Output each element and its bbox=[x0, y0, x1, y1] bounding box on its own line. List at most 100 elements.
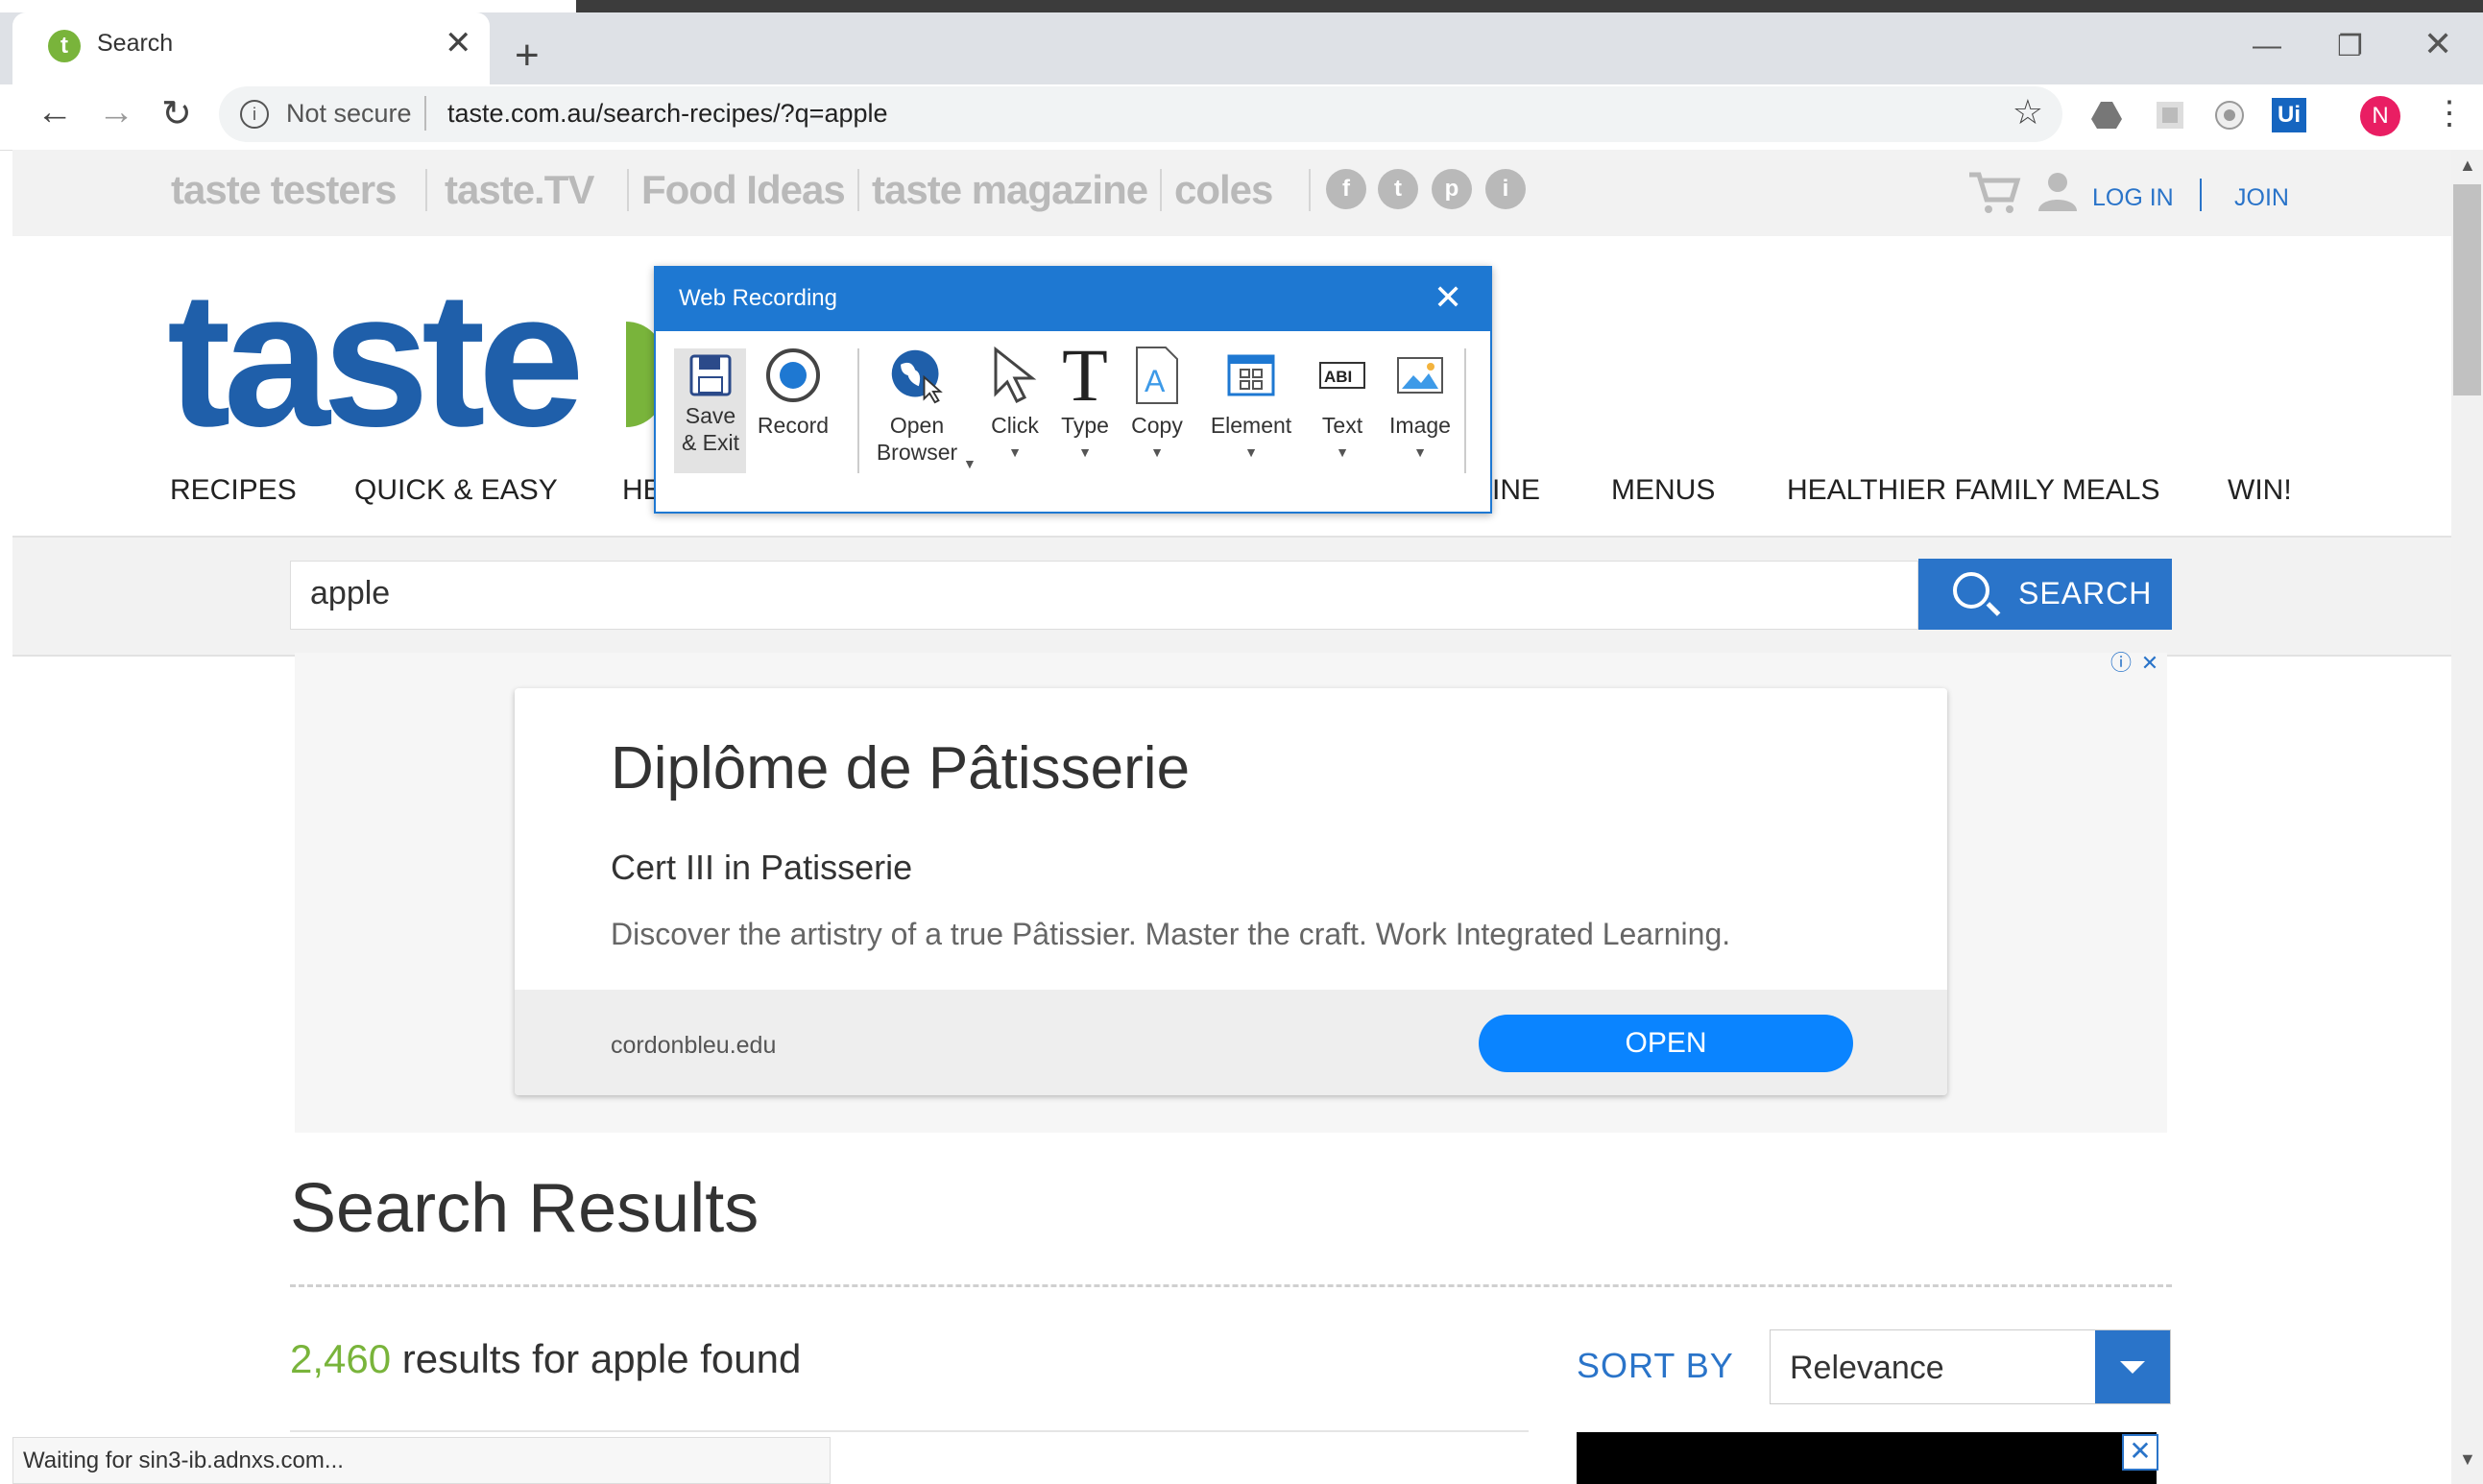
back-arrow-icon[interactable]: ← bbox=[36, 92, 73, 133]
dashed-divider bbox=[290, 1284, 2172, 1287]
search-icon bbox=[1953, 572, 1989, 609]
open-browser-dropdown-icon[interactable]: ▼ bbox=[963, 456, 976, 471]
brand-divider bbox=[857, 169, 859, 211]
instagram-icon[interactable]: i bbox=[1485, 169, 1526, 209]
drive-icon[interactable] bbox=[2089, 98, 2124, 132]
brand-link-taste-magazine[interactable]: taste magazine bbox=[872, 167, 1148, 213]
url-text[interactable]: taste.com.au/search-recipes/?q=apple bbox=[447, 99, 888, 129]
brand-divider bbox=[425, 169, 427, 211]
close-tab-icon[interactable]: ✕ bbox=[445, 24, 472, 62]
nav-magazine-partial[interactable]: INE bbox=[1492, 474, 1540, 507]
address-bar-row: ← → ↻ i Not secure taste.com.au/search-r… bbox=[0, 84, 2483, 151]
uipath-icon[interactable]: Ui bbox=[2272, 98, 2306, 132]
search-button-label: SEARCH bbox=[2018, 576, 2153, 610]
dialog-title-bar[interactable]: Web Recording ✕ bbox=[656, 268, 1490, 331]
brand-divider bbox=[627, 169, 629, 211]
ad-headline[interactable]: Diplôme de Pâtisserie bbox=[611, 734, 1190, 802]
pinterest-icon[interactable]: p bbox=[1432, 169, 1472, 209]
brand-link-taste-tv[interactable]: taste.TV bbox=[445, 167, 594, 213]
chevron-down-icon[interactable] bbox=[2095, 1330, 2170, 1403]
close-ad-icon[interactable]: ✕ bbox=[2137, 651, 2162, 676]
menu-kebab-icon[interactable]: ⋮ bbox=[2433, 94, 2466, 132]
click-button[interactable]: Click ▼ bbox=[978, 346, 1051, 466]
taste-logo[interactable]: taste bbox=[167, 264, 585, 456]
type-label: Type bbox=[1061, 413, 1109, 438]
sort-select[interactable]: Relevance bbox=[1770, 1329, 2171, 1404]
nav-menus[interactable]: MENUS bbox=[1611, 474, 1715, 507]
page-title: Search Results bbox=[290, 1170, 759, 1247]
copy-icon: A bbox=[1128, 347, 1186, 404]
nav-healthier-family-meals[interactable]: HEALTHIER FAMILY MEALS bbox=[1787, 474, 2159, 507]
text-icon: ABI bbox=[1314, 347, 1371, 404]
new-tab-button[interactable]: + bbox=[515, 32, 540, 80]
omnibox[interactable]: i Not secure taste.com.au/search-recipes… bbox=[219, 86, 2062, 142]
nav-recipes[interactable]: RECIPES bbox=[170, 474, 297, 507]
floppy-disk-icon bbox=[682, 347, 739, 404]
close-ad-icon[interactable]: ✕ bbox=[2122, 1434, 2158, 1471]
search-button[interactable]: SEARCH bbox=[1918, 559, 2172, 630]
image-button[interactable]: Image ▼ bbox=[1382, 347, 1458, 466]
cursor-icon bbox=[986, 346, 1044, 404]
bottom-ad-banner[interactable] bbox=[1577, 1432, 2157, 1484]
info-icon[interactable]: i bbox=[240, 100, 269, 129]
brand-divider bbox=[1160, 169, 1162, 211]
image-dropdown-icon[interactable]: ▼ bbox=[1382, 439, 1458, 466]
record-label: Record bbox=[757, 413, 830, 438]
element-dropdown-icon[interactable]: ▼ bbox=[1203, 439, 1299, 466]
svg-text:A: A bbox=[1145, 364, 1166, 398]
bookmark-star-icon[interactable]: ☆ bbox=[2013, 92, 2043, 132]
click-dropdown-icon[interactable]: ▼ bbox=[978, 439, 1051, 466]
svg-text:ABI: ABI bbox=[1324, 368, 1352, 386]
facebook-icon[interactable]: f bbox=[1326, 169, 1366, 209]
camera-icon[interactable] bbox=[2212, 98, 2247, 132]
cart-icon[interactable] bbox=[1967, 171, 2021, 215]
brand-link-food-ideas[interactable]: Food Ideas bbox=[641, 167, 846, 213]
dialog-title: Web Recording bbox=[679, 285, 837, 311]
security-label[interactable]: Not secure bbox=[286, 99, 412, 129]
login-link[interactable]: LOG IN bbox=[2092, 184, 2174, 212]
browser-tab[interactable]: t Search ✕ bbox=[12, 12, 490, 84]
reload-icon[interactable]: ↻ bbox=[161, 92, 192, 135]
text-button[interactable]: ABI Text ▼ bbox=[1307, 347, 1378, 466]
nav-win[interactable]: WIN! bbox=[2228, 474, 2292, 507]
close-window-icon[interactable]: ✕ bbox=[2423, 24, 2452, 64]
puzzle-icon[interactable] bbox=[2153, 98, 2187, 132]
nav-quick-easy[interactable]: QUICK & EASY bbox=[354, 474, 558, 507]
brand-link-taste-testers[interactable]: taste testers bbox=[171, 167, 397, 213]
scroll-down-icon[interactable]: ▼ bbox=[2459, 1449, 2476, 1470]
close-icon[interactable]: ✕ bbox=[1434, 277, 1462, 318]
profile-avatar[interactable]: N bbox=[2360, 96, 2400, 136]
type-button[interactable]: T Type ▼ bbox=[1049, 338, 1121, 466]
scrollbar-thumb[interactable] bbox=[2453, 184, 2481, 395]
status-bar: Waiting for sin3-ib.adnxs.com... bbox=[12, 1437, 831, 1484]
click-label: Click bbox=[991, 413, 1039, 438]
ad-card[interactable]: Diplôme de Pâtisserie Cert III in Patiss… bbox=[515, 688, 1947, 1095]
adchoices-icon[interactable]: ⓘ bbox=[2109, 651, 2133, 676]
user-icon[interactable] bbox=[2037, 169, 2079, 211]
join-link[interactable]: JOIN bbox=[2234, 184, 2289, 212]
scrollbar[interactable]: ▲ ▼ bbox=[2451, 150, 2483, 1484]
save-exit-label: Save & Exit bbox=[681, 403, 740, 455]
element-button[interactable]: Element ▼ bbox=[1203, 347, 1299, 466]
open-browser-button[interactable]: Open Browser bbox=[869, 347, 965, 466]
record-button[interactable]: Record bbox=[752, 347, 834, 439]
save-exit-button[interactable]: Save & Exit bbox=[679, 347, 742, 456]
forward-arrow-icon[interactable]: → bbox=[98, 92, 134, 133]
minimize-icon[interactable]: — bbox=[2253, 30, 2281, 62]
element-label: Element bbox=[1210, 413, 1292, 438]
login-divider bbox=[2200, 179, 2202, 211]
ad-subhead: Cert III in Patisserie bbox=[611, 848, 913, 887]
results-count: 2,460 results for apple found bbox=[290, 1336, 801, 1382]
type-dropdown-icon[interactable]: ▼ bbox=[1049, 439, 1121, 466]
window-top-strip bbox=[0, 0, 2483, 12]
brand-link-coles[interactable]: coles bbox=[1174, 167, 1273, 213]
toolbar-separator bbox=[857, 348, 859, 473]
copy-button[interactable]: A Copy ▼ bbox=[1121, 347, 1193, 466]
twitter-icon[interactable]: t bbox=[1378, 169, 1418, 209]
copy-dropdown-icon[interactable]: ▼ bbox=[1121, 439, 1193, 466]
text-dropdown-icon[interactable]: ▼ bbox=[1307, 439, 1378, 466]
restore-icon[interactable]: ❐ bbox=[2337, 30, 2363, 63]
search-input[interactable]: apple bbox=[290, 561, 1918, 630]
ad-open-button[interactable]: OPEN bbox=[1479, 1015, 1853, 1072]
scroll-up-icon[interactable]: ▲ bbox=[2459, 156, 2476, 176]
